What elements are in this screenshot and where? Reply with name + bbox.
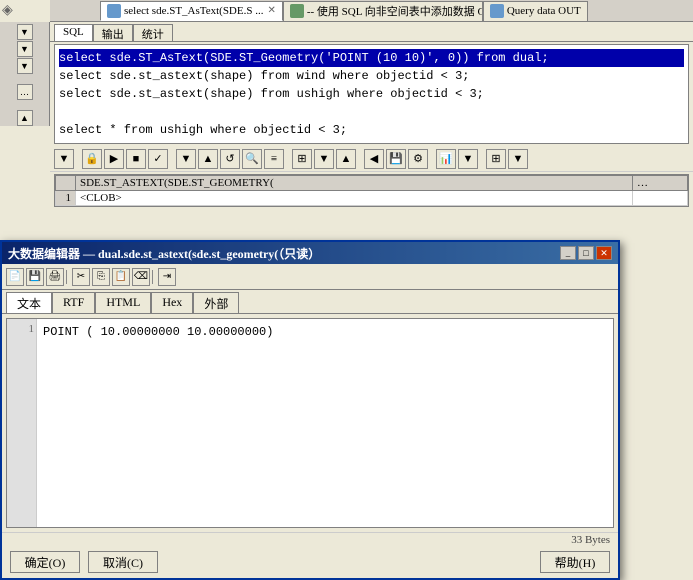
modal-tb-paste[interactable]: 📋 — [112, 268, 130, 286]
tab-icon-1 — [107, 4, 121, 18]
modal-tab-rtf[interactable]: RTF — [52, 292, 95, 313]
toolbar-menu-btn[interactable]: ▼ — [54, 149, 74, 169]
toolbar-save-btn[interactable]: 💾 — [386, 149, 406, 169]
modal-footer-left: 确定(O) 取消(C) — [10, 551, 158, 573]
left-btn-1[interactable]: ▼ — [17, 24, 33, 40]
left-btn-2[interactable]: ▼ — [17, 41, 33, 57]
modal-titlebar: 大数据编辑器 — dual.sde.st_astext(sde.st_geome… — [2, 242, 618, 264]
subtab-output[interactable]: 输出 — [93, 24, 133, 41]
sql-line-1: select sde.ST_AsText(SDE.ST_Geometry('PO… — [59, 49, 684, 67]
modal-ok-btn[interactable]: 确定(O) — [10, 551, 80, 573]
modal-maximize-btn[interactable]: □ — [578, 246, 594, 260]
modal-tb-save[interactable]: 💾 — [26, 268, 44, 286]
modal-tb-copy[interactable]: ⎘ — [92, 268, 110, 286]
modal-tab-text[interactable]: 文本 — [6, 292, 52, 313]
col-header-ellipsis: … — [633, 176, 688, 191]
modal-controls: _ □ ✕ — [560, 246, 612, 260]
toolbar-run-btn[interactable]: ▶ — [104, 149, 124, 169]
modal-tab-bar: 文本 RTF HTML Hex 外部 — [2, 290, 618, 314]
toolbar-config-btn[interactable]: ⚙ — [408, 149, 428, 169]
modal-tb-print[interactable]: 🖨 — [46, 268, 64, 286]
tab-3[interactable]: Query data OUT — [483, 1, 588, 21]
modal-tb-new[interactable]: 📄 — [6, 268, 24, 286]
cell-1-1[interactable]: <CLOB> — [76, 191, 633, 206]
modal-content-area: 1 POINT ( 10.00000000 10.00000000) — [6, 318, 614, 528]
tab-icon-2 — [290, 4, 304, 18]
modal-close-btn[interactable]: ✕ — [596, 246, 612, 260]
tab-1-close[interactable]: ✕ — [267, 5, 275, 16]
subtab-bar: SQL 输出 统计 — [50, 22, 693, 42]
modal-help-btn[interactable]: 帮助(H) — [540, 551, 610, 573]
toolbar-stop-btn[interactable]: ■ — [126, 149, 146, 169]
toolbar-check-btn[interactable]: ✓ — [148, 149, 168, 169]
sql-line-4 — [59, 103, 684, 121]
left-panel: ▼ ▼ ▼ … ▲ — [0, 22, 50, 126]
subtab-sql[interactable]: SQL — [54, 24, 93, 41]
modal-tb-clear[interactable]: ⌫ — [132, 268, 150, 286]
left-btn-3[interactable]: ▼ — [17, 58, 33, 74]
left-btn-4[interactable]: … — [17, 84, 33, 100]
modal-cancel-btn[interactable]: 取消(C) — [88, 551, 158, 573]
toolbar-import-btn[interactable]: ▼ — [314, 149, 334, 169]
col-rownum — [56, 176, 76, 191]
toolbar-grid-menu-btn[interactable]: ▼ — [508, 149, 528, 169]
left-btn-5[interactable]: ▲ — [17, 110, 33, 126]
toolbar-down-btn[interactable]: ▼ — [176, 149, 196, 169]
tab-1[interactable]: select sde.ST_AsText(SDE.S ... ✕ — [100, 1, 283, 21]
line-num-1: 1 — [9, 323, 34, 335]
sql-line-2: select sde.st_astext(shape) from wind wh… — [59, 67, 684, 85]
toolbar-arrow-btn[interactable]: ▲ — [336, 149, 356, 169]
toolbar-grid-btn[interactable]: ⊞ — [486, 149, 506, 169]
tab-3-label: Query data OUT — [507, 5, 581, 17]
toolbar-up-btn[interactable]: ▲ — [198, 149, 218, 169]
modal-title: 大数据编辑器 — dual.sde.st_astext(sde.st_geome… — [8, 245, 320, 262]
toolbar-filter-btn[interactable]: ≡ — [264, 149, 284, 169]
modal-line-numbers: 1 — [7, 319, 37, 527]
toolbar-refresh-btn[interactable]: ↺ — [220, 149, 240, 169]
subtab-stats[interactable]: 统计 — [133, 24, 173, 41]
toolbar-chart-menu-btn[interactable]: ▼ — [458, 149, 478, 169]
tab-2-label: -- 使用 SQL 向非空间表中添加数据 CREAT ... — [307, 3, 483, 19]
modal-tab-hex[interactable]: Hex — [151, 292, 193, 313]
modal-text-content[interactable]: POINT ( 10.00000000 10.00000000) — [37, 319, 613, 527]
toolbar-lock-btn[interactable]: 🔒 — [82, 149, 102, 169]
tab-1-label: select sde.ST_AsText(SDE.S ... — [124, 5, 263, 17]
tab-icon-3 — [490, 4, 504, 18]
toolbar-chart-btn[interactable]: 📊 — [436, 149, 456, 169]
modal-footer: 确定(O) 取消(C) 帮助(H) — [2, 547, 618, 577]
modal-toolbar: 📄 💾 🖨 ✂ ⎘ 📋 ⌫ ⇥ — [2, 264, 618, 290]
modal-tb-cut[interactable]: ✂ — [72, 268, 90, 286]
table-row: 1 <CLOB> — [56, 191, 688, 206]
modal-status-text: 33 Bytes — [571, 534, 610, 546]
sql-line-3: select sde.st_astext(shape) from ushigh … — [59, 85, 684, 103]
toolbar-export-btn[interactable]: ⊞ — [292, 149, 312, 169]
toolbar-search-btn[interactable]: 🔍 — [242, 149, 262, 169]
row-num-1: 1 — [56, 191, 76, 206]
results-table: SDE.ST_ASTEXT(SDE.ST_GEOMETRY( … 1 <CLOB… — [54, 174, 689, 207]
col-header-1: SDE.ST_ASTEXT(SDE.ST_GEOMETRY( — [76, 176, 633, 191]
modal-minimize-btn[interactable]: _ — [560, 246, 576, 260]
tab-2[interactable]: -- 使用 SQL 向非空间表中添加数据 CREAT ... ✕ — [283, 1, 483, 21]
tab-bar: select sde.ST_AsText(SDE.S ... ✕ -- 使用 S… — [50, 0, 693, 22]
modal-tb-indent[interactable]: ⇥ — [158, 268, 176, 286]
modal-dialog: 大数据编辑器 — dual.sde.st_astext(sde.st_geome… — [0, 240, 620, 580]
toolbar-left-btn[interactable]: ◀ — [364, 149, 384, 169]
main-toolbar: ▼ 🔒 ▶ ■ ✓ ▼ ▲ ↺ 🔍 ≡ ⊞ ▼ ▲ ◀ 💾 ⚙ 📊 ▼ ⊞ ▼ — [50, 146, 693, 172]
pin-icon[interactable]: ◈ — [2, 2, 13, 19]
sql-editor[interactable]: select sde.ST_AsText(SDE.ST_Geometry('PO… — [54, 44, 689, 144]
cell-1-ellipsis — [633, 191, 688, 206]
modal-tab-external[interactable]: 外部 — [193, 292, 239, 313]
modal-tab-html[interactable]: HTML — [95, 292, 151, 313]
modal-status-bar: 33 Bytes — [2, 532, 618, 547]
sql-line-5: select * from ushigh where objectid < 3; — [59, 121, 684, 139]
